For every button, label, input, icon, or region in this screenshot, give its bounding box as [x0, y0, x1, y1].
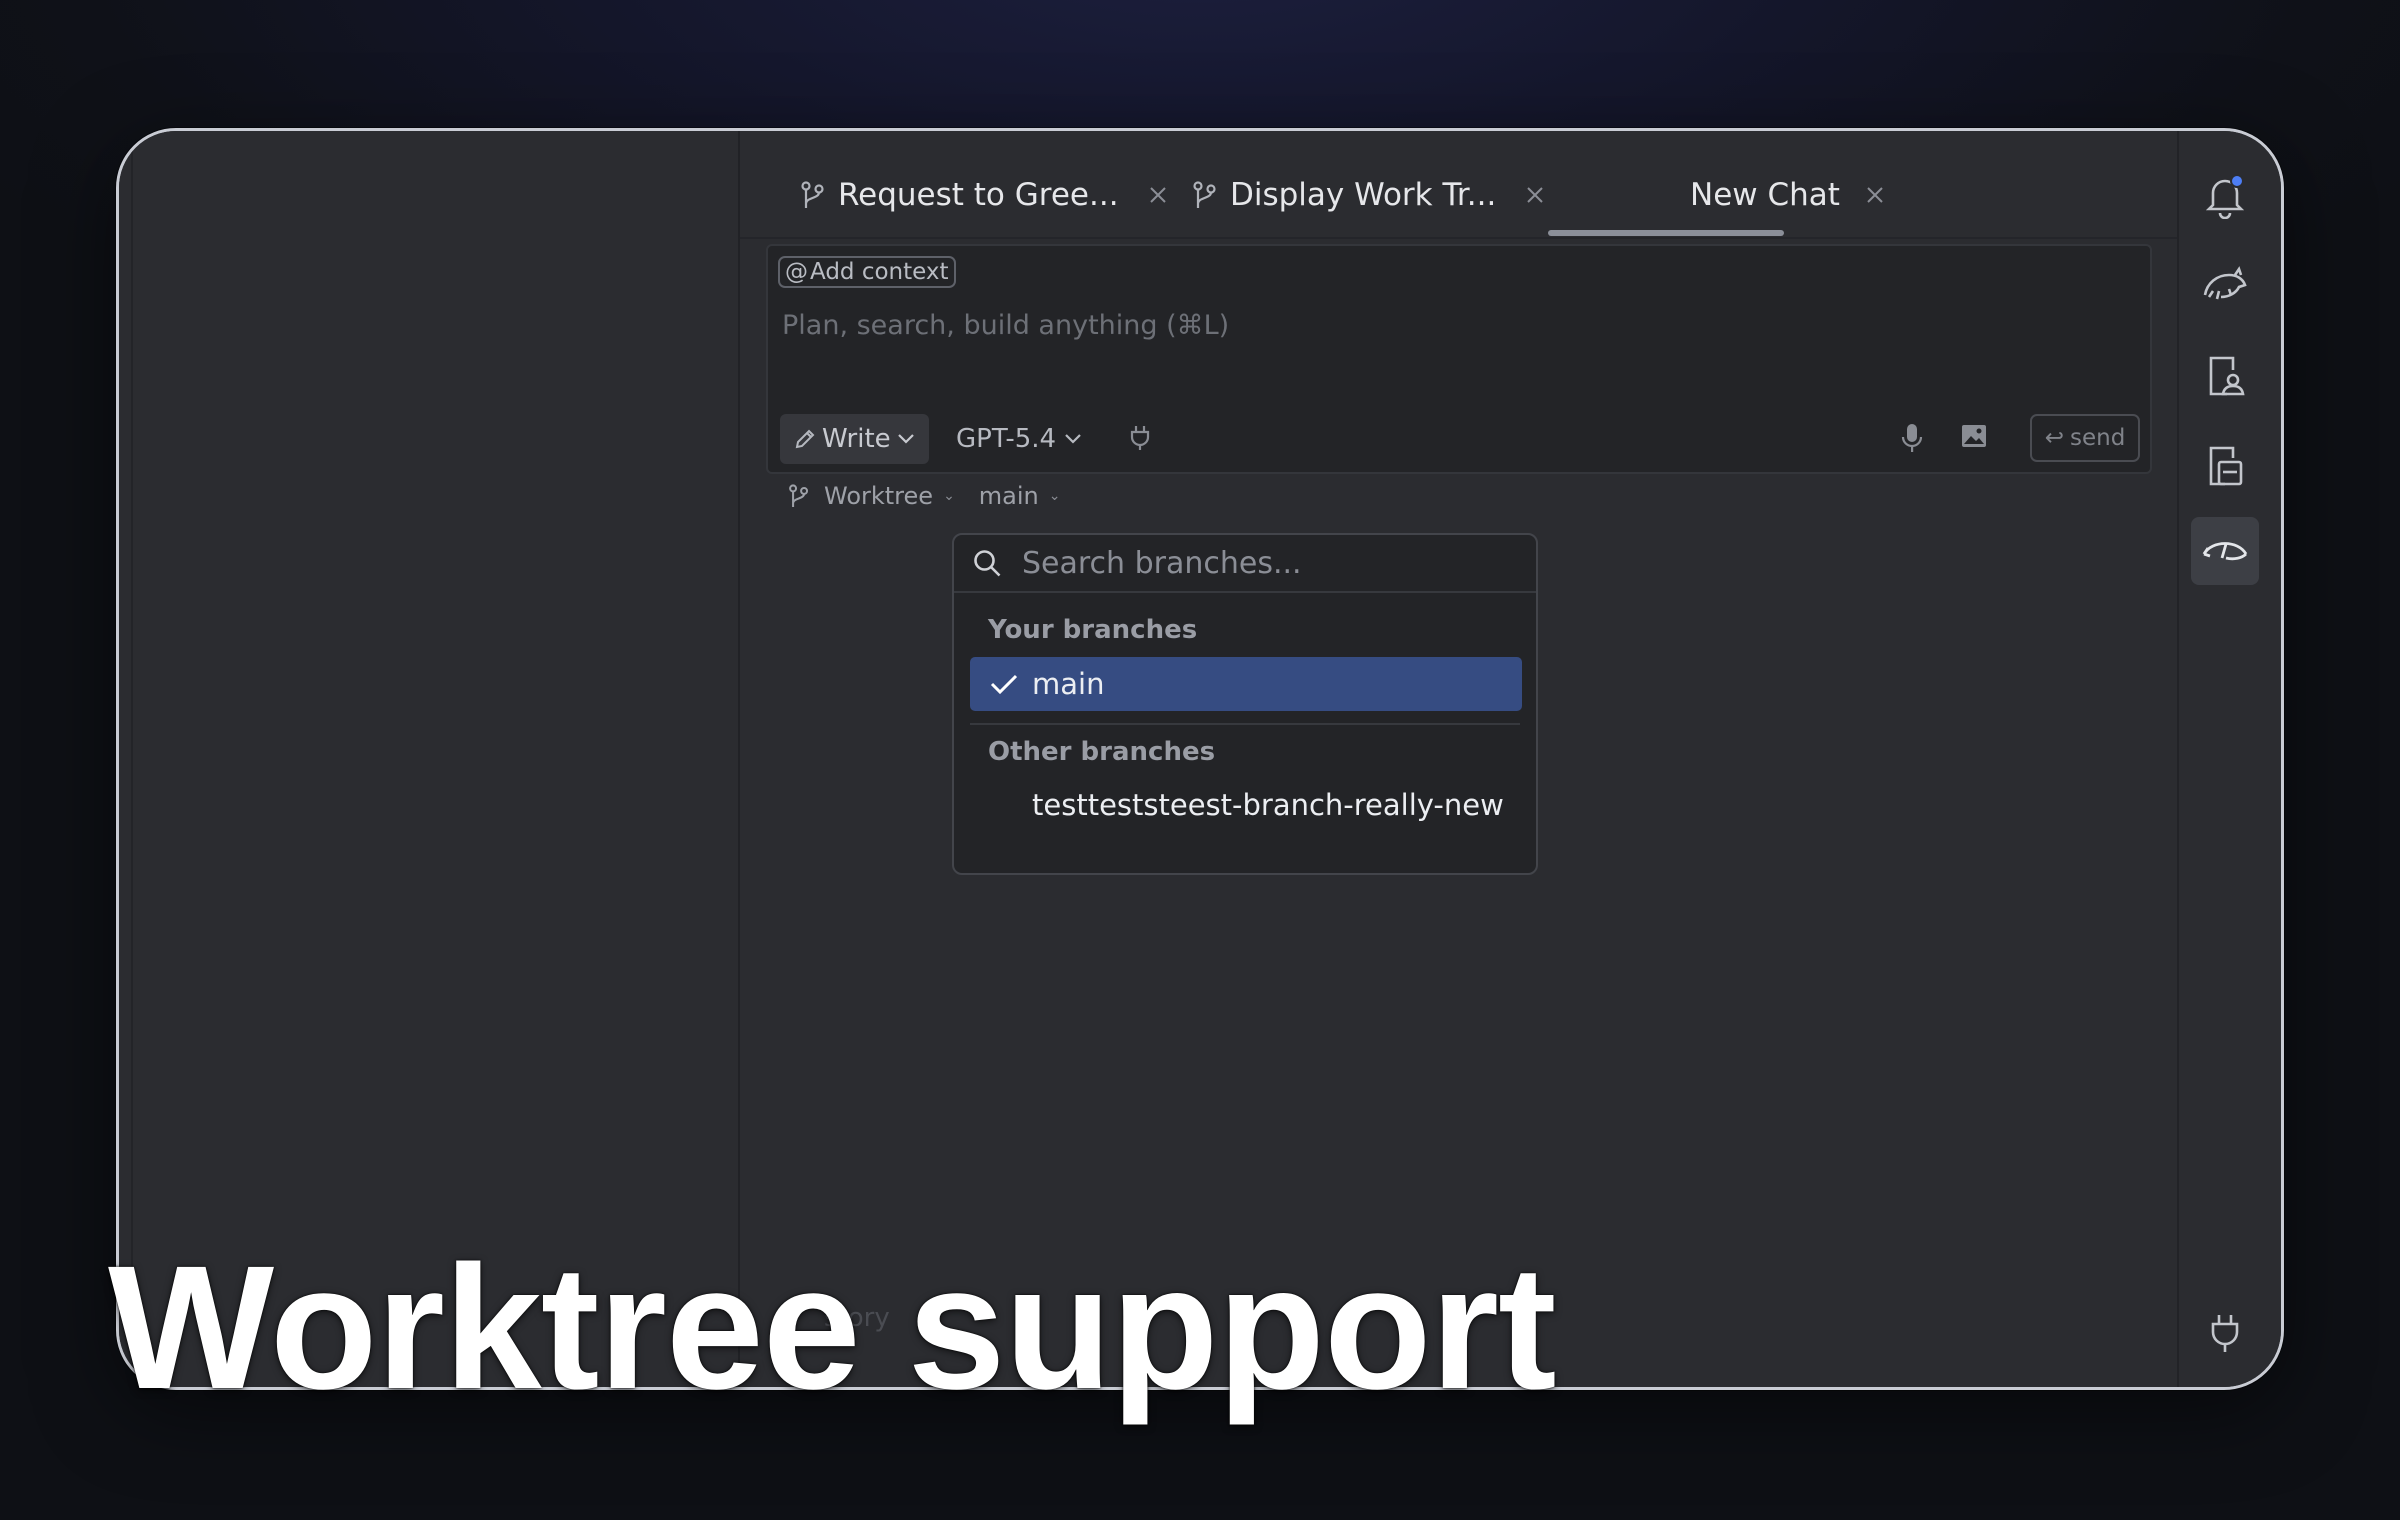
close-icon[interactable]: [1149, 186, 1167, 204]
chevron-down-icon: [897, 434, 914, 444]
chat-panel: Request to Gree... Display Work Tr... Ne…: [740, 131, 2180, 1387]
mode-select-button[interactable]: Write: [780, 414, 929, 464]
user-docs-button[interactable]: [2191, 341, 2259, 409]
at-icon: @: [785, 259, 808, 285]
tab-label: Request to Gree...: [838, 177, 1119, 213]
app-window: Request to Gree... Display Work Tr... Ne…: [116, 128, 2284, 1390]
plugin-button[interactable]: [2191, 1299, 2259, 1367]
search-icon: [974, 550, 1001, 577]
divider: [970, 723, 1520, 725]
send-label: send: [2069, 425, 2126, 451]
active-tab-indicator: [1548, 230, 1784, 236]
git-branch-icon: [789, 484, 809, 507]
worktree-selector: Worktree ⌄ main ⌄: [788, 476, 1061, 516]
clipboard-icon: [2209, 446, 2243, 486]
your-branches-heading: Your branches: [988, 615, 1198, 645]
plug-icon: [2211, 1315, 2239, 1352]
document-user-icon: [2209, 356, 2245, 396]
bell-icon: [2205, 174, 2245, 219]
send-button[interactable]: ↩ send: [2030, 414, 2140, 462]
branch-dropdown-trigger[interactable]: main ⌄: [979, 482, 1061, 510]
prompt-input[interactable]: Plan, search, build anything (⌘L): [782, 310, 1229, 341]
plug-icon[interactable]: [1128, 424, 1152, 456]
creature-icon: [2203, 266, 2247, 300]
left-panel: [119, 131, 740, 1387]
model-select-button[interactable]: GPT-5.4: [956, 414, 1082, 464]
tab-label: New Chat: [1690, 177, 1840, 213]
tab-new-chat[interactable]: New Chat: [1690, 171, 1884, 219]
branch-dropdown: Your branches main Other branches testte…: [952, 533, 1538, 875]
microphone-icon[interactable]: [1900, 422, 1924, 458]
close-icon[interactable]: [1866, 186, 1884, 204]
sync-loop-icon: [2202, 542, 2248, 561]
mode-label: Write: [822, 424, 891, 454]
worktree-label: Worktree: [824, 482, 934, 510]
chevron-down-icon: ⌄: [1048, 488, 1061, 504]
branch-name: main: [1032, 667, 1105, 701]
agent-button[interactable]: [2191, 251, 2259, 319]
tab-request-to-greet[interactable]: Request to Gree...: [800, 171, 1167, 219]
chevron-down-icon: [1065, 434, 1081, 444]
other-branches-heading: Other branches: [988, 737, 1216, 767]
add-context-label: Add context: [810, 259, 949, 285]
sync-button[interactable]: [2191, 517, 2259, 585]
feature-headline: Worktree support: [108, 1230, 1557, 1426]
tab-display-work-tree[interactable]: Display Work Tr...: [1192, 171, 1544, 219]
branch-name: testteststeest-branch-really-new: [1032, 788, 1504, 822]
branch-item-testteststeest[interactable]: testteststeest-branch-really-new: [970, 778, 1522, 832]
clipboard-button[interactable]: [2191, 431, 2259, 499]
worktree-dropdown[interactable]: Worktree ⌄: [824, 482, 955, 510]
right-toolbar: [2177, 131, 2281, 1387]
git-branch-icon: [1193, 181, 1216, 208]
branch-search-input[interactable]: [1020, 544, 1484, 582]
git-branch-icon: [801, 181, 824, 208]
branch-item-main[interactable]: main: [970, 657, 1522, 711]
chevron-down-icon: ⌄: [943, 488, 955, 504]
tab-label: Display Work Tr...: [1230, 177, 1497, 213]
enter-icon: ↩: [2044, 425, 2064, 451]
check-icon: [976, 672, 1032, 696]
pencil-icon: [795, 429, 815, 449]
tab-bar: Request to Gree... Display Work Tr... Ne…: [740, 131, 2180, 239]
branch-label: main: [978, 482, 1039, 510]
close-icon[interactable]: [1526, 186, 1544, 204]
model-label: GPT-5.4: [956, 424, 1057, 454]
branch-search: [954, 535, 1536, 593]
image-icon[interactable]: [1960, 422, 1988, 454]
chat-composer: @ Add context Plan, search, build anythi…: [766, 244, 2152, 474]
add-context-button[interactable]: @ Add context: [778, 256, 956, 288]
notifications-button[interactable]: [2191, 161, 2259, 229]
